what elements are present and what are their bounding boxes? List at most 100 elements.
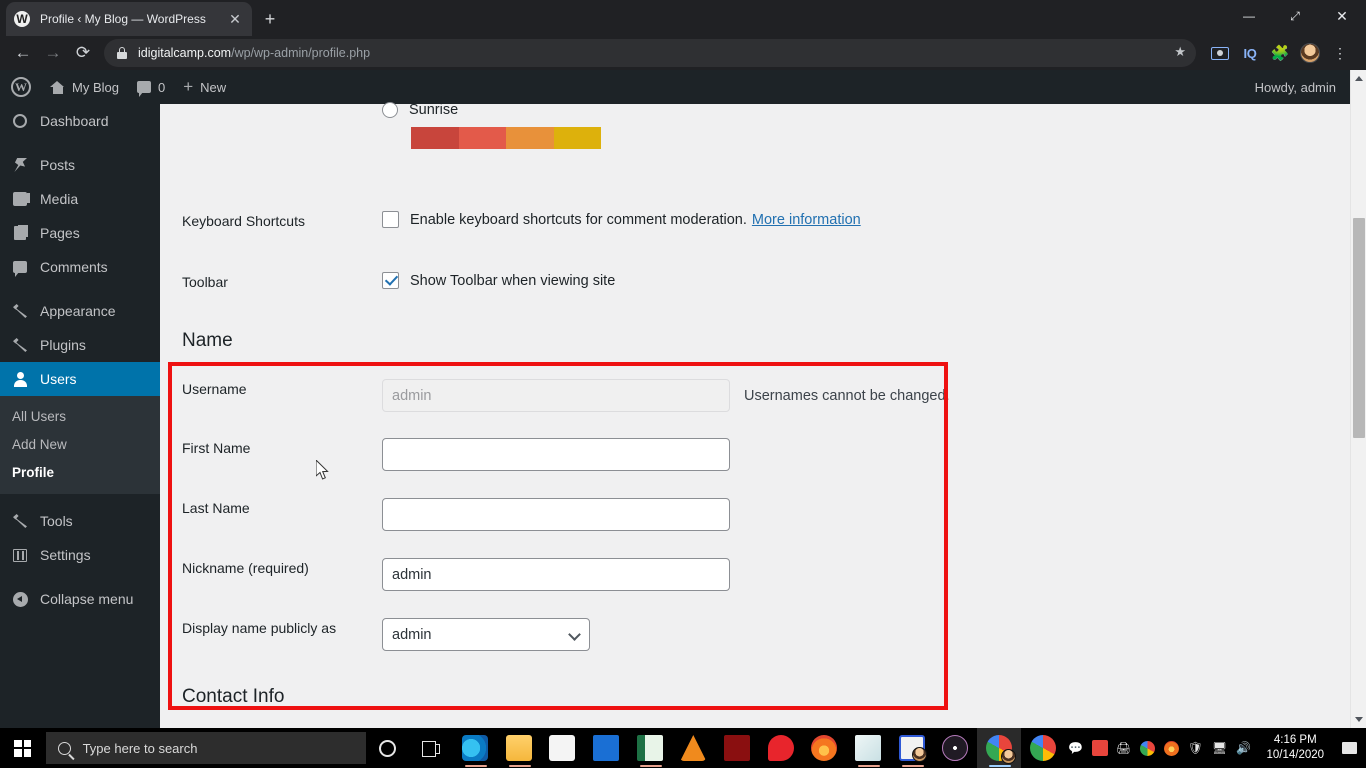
sidebar-item-plugins[interactable]: Plugins — [0, 328, 160, 362]
window-close-button[interactable]: ✕ — [1318, 0, 1366, 32]
address-bar[interactable]: idigitalcamp.com/wp/wp-admin/profile.php… — [104, 39, 1196, 67]
reload-button[interactable]: ⟳ — [68, 38, 98, 68]
sunrise-radio[interactable] — [382, 102, 398, 118]
admin-bar-site-name[interactable]: My Blog — [41, 70, 128, 104]
sidebar-subitem-all-users[interactable]: All Users — [0, 402, 160, 430]
sidebar-item-settings[interactable]: Settings — [0, 538, 160, 572]
taskbar-clock[interactable]: 4:16 PM 10/14/2020 — [1257, 733, 1335, 763]
sidebar-item-collapse-menu[interactable]: Collapse menu — [0, 582, 160, 616]
name-section-title: Name — [182, 330, 233, 351]
name-section-highlight — [168, 362, 948, 710]
window-restore-button[interactable]: ⤢ — [1272, 0, 1318, 32]
user-icon — [10, 369, 30, 389]
taskbar-app-store[interactable] — [540, 728, 584, 768]
wordpress-favicon-icon: W — [14, 11, 30, 27]
keyboard-shortcuts-row: Keyboard Shortcuts Enable keyboard short… — [160, 211, 1350, 231]
show-toolbar-checkbox[interactable] — [382, 272, 399, 289]
scrollbar-thumb[interactable] — [1353, 218, 1365, 438]
cast-icon[interactable] — [1206, 39, 1234, 67]
sidebar-label: Dashboard — [40, 113, 109, 129]
microsoft-store-icon — [549, 735, 576, 761]
sidebar-label: Plugins — [40, 337, 86, 353]
chat-icon — [767, 735, 794, 761]
forward-button[interactable]: → — [38, 38, 68, 68]
taskbar-app-vlc[interactable] — [671, 728, 715, 768]
window-controls: — ⤢ ✕ — [1226, 0, 1366, 32]
howdy-admin[interactable]: Howdy, admin — [1255, 80, 1350, 95]
action-center-button[interactable] — [1336, 728, 1362, 768]
action-center-icon — [1341, 742, 1357, 754]
sidebar-item-appearance[interactable]: Appearance — [0, 294, 160, 328]
media-icon — [10, 189, 30, 209]
taskbar-app-music[interactable] — [933, 728, 977, 768]
sidebar-subitem-add-new[interactable]: Add New — [0, 430, 160, 458]
sidebar-label: Media — [40, 191, 79, 207]
page-scrollbar[interactable] — [1350, 70, 1366, 728]
chat-tray-icon[interactable]: 💬 — [1065, 728, 1087, 768]
taskbar-app-file-explorer[interactable] — [497, 728, 541, 768]
bookmark-star-icon[interactable]: ★ — [1174, 44, 1186, 60]
scroll-down-arrow-icon[interactable] — [1351, 711, 1366, 728]
settings-sliders-icon — [10, 545, 30, 565]
network-tray-icon[interactable]: 🖥 — [1209, 728, 1231, 768]
screen-recorder-icon — [898, 735, 927, 762]
chrome-menu-icon[interactable]: ⋮ — [1326, 39, 1354, 67]
extensions-puzzle-icon[interactable]: 🧩 — [1266, 39, 1294, 67]
color-scheme-option: Sunrise — [382, 102, 1350, 149]
more-information-link[interactable]: More information — [752, 212, 861, 228]
browser-tab[interactable]: W Profile ‹ My Blog — WordPress ✕ — [6, 2, 252, 36]
taskbar-app-chrome[interactable] — [1021, 728, 1065, 768]
taskbar-app-excel[interactable] — [628, 728, 672, 768]
sidebar-subitem-profile[interactable]: Profile — [0, 458, 160, 486]
sidebar-item-posts[interactable]: Posts — [0, 148, 160, 182]
taskbar-app-chat[interactable] — [759, 728, 803, 768]
record-tray-icon[interactable] — [1089, 728, 1111, 768]
taskbar-search-box[interactable]: Type here to search — [45, 732, 366, 764]
sidebar-item-pages[interactable]: Pages — [0, 216, 160, 250]
wordpress-logo-icon[interactable]: W — [0, 70, 41, 104]
new-label: New — [200, 79, 227, 95]
sidebar-item-tools[interactable]: Tools — [0, 504, 160, 538]
url-path: /wp/wp-admin/profile.php — [231, 46, 371, 60]
window-minimize-button[interactable]: — — [1226, 0, 1272, 32]
screen: W Profile ‹ My Blog — WordPress ✕ + — ⤢ … — [0, 0, 1366, 768]
collapse-arrow-icon — [10, 589, 30, 609]
sidebar-item-users[interactable]: Users — [0, 362, 168, 396]
taskbar-app-screen-recorder[interactable] — [890, 728, 934, 768]
new-tab-button[interactable]: + — [258, 7, 282, 31]
vlc-icon — [680, 735, 707, 761]
scroll-up-arrow-icon[interactable] — [1351, 70, 1366, 87]
taskbar-app-notes[interactable] — [846, 728, 890, 768]
wp-admin-sidebar: Dashboard Posts Media Pages Comments App… — [0, 104, 168, 728]
keyboard-shortcuts-checkbox[interactable] — [382, 211, 399, 228]
comment-bubble-icon — [136, 81, 151, 97]
admin-bar-new[interactable]: + New — [174, 70, 235, 104]
back-button[interactable]: ← — [8, 38, 38, 68]
swatch-1 — [411, 127, 459, 149]
tab-close-icon[interactable]: ✕ — [226, 10, 244, 28]
iq-extension-icon[interactable]: IQ — [1236, 39, 1264, 67]
taskbar-app-filezilla[interactable] — [715, 728, 759, 768]
printer-tray-icon[interactable]: 🖨 — [1113, 728, 1135, 768]
volume-tray-icon[interactable]: 🔊 — [1233, 728, 1255, 768]
chrome-profile-icon — [985, 735, 1016, 764]
start-button[interactable] — [0, 728, 46, 768]
sidebar-item-media[interactable]: Media — [0, 182, 160, 216]
admin-bar-comments[interactable]: 0 — [128, 70, 174, 104]
chrome-tray-icon[interactable] — [1137, 728, 1159, 768]
taskbar-app-edge[interactable] — [453, 728, 497, 768]
task-view-button[interactable] — [409, 728, 453, 768]
taskbar-app-chrome-profile[interactable] — [977, 728, 1021, 768]
sidebar-item-dashboard[interactable]: Dashboard — [0, 104, 160, 138]
cortana-button[interactable] — [366, 728, 410, 768]
browser-chrome: W Profile ‹ My Blog — WordPress ✕ + — ⤢ … — [0, 0, 1366, 70]
taskbar-app-firefox[interactable] — [802, 728, 846, 768]
sidebar-item-comments[interactable]: Comments — [0, 250, 160, 284]
taskbar-app-mail[interactable] — [584, 728, 628, 768]
profile-avatar-icon[interactable] — [1296, 39, 1324, 67]
toolbar-label: Toolbar — [182, 274, 228, 290]
security-tray-icon[interactable]: 🛡 — [1185, 728, 1207, 768]
mouse-cursor — [316, 460, 329, 480]
swatch-2 — [458, 127, 506, 149]
browser-tray-icon[interactable] — [1161, 728, 1183, 768]
